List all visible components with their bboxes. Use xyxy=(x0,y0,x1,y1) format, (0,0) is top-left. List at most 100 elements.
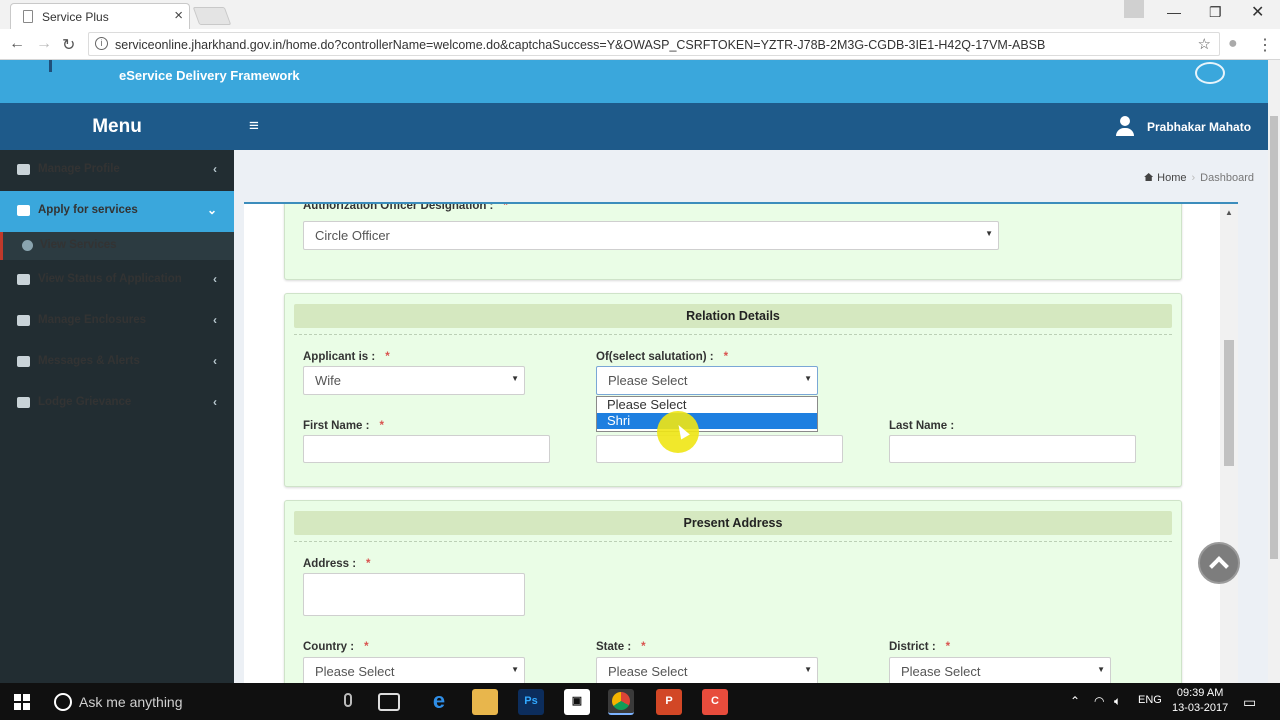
sidebar: Menu Manage Profile ‹ Apply for services… xyxy=(0,103,234,683)
back-icon[interactable]: ← xyxy=(9,35,25,53)
auth-officer-label: Authorization Officer Designation : * xyxy=(303,202,508,212)
relation-details-title: Relation Details xyxy=(294,304,1172,328)
back-to-top-button[interactable] xyxy=(1198,542,1240,584)
dropdown-caret-icon: ▼ xyxy=(511,374,519,383)
auth-officer-select[interactable]: Circle Officer ▼ xyxy=(303,221,999,250)
address-bar: ← → ↻ i serviceonline.jharkhand.gov.in/h… xyxy=(0,29,1280,60)
hamburger-menu-icon[interactable]: ≡ xyxy=(249,116,259,136)
task-view-icon[interactable] xyxy=(378,693,400,711)
window-icon xyxy=(17,356,30,367)
salutation-select[interactable]: Please Select ▼ xyxy=(596,366,818,395)
url-text: serviceonline.jharkhand.gov.in/home.do?c… xyxy=(115,38,1046,52)
maximize-icon[interactable]: ❐ xyxy=(1209,4,1222,21)
system-clock[interactable]: 09:39 AM 13-03-2017 xyxy=(1172,686,1228,716)
dropdown-caret-icon: ▼ xyxy=(511,665,519,674)
breadcrumb-home[interactable]: Home xyxy=(1157,172,1186,184)
sidebar-item-manage-enclosures[interactable]: Manage Enclosures ‹ xyxy=(0,301,234,342)
district-label: District : * xyxy=(889,641,951,653)
microphone-icon[interactable] xyxy=(344,693,352,707)
store-icon[interactable]: ▣ xyxy=(564,689,590,715)
minimize-icon[interactable]: — xyxy=(1167,4,1181,20)
salutation-dropdown-list: Please Select Shri xyxy=(596,396,818,432)
extension-icon[interactable]: ● xyxy=(1228,35,1238,53)
state-select[interactable]: Please Select ▼ xyxy=(596,657,818,683)
edge-icon[interactable]: e xyxy=(426,689,452,715)
chrome-icon[interactable] xyxy=(608,689,634,715)
sidebar-item-label: Apply for services xyxy=(38,204,138,216)
language-indicator[interactable]: ENG xyxy=(1138,694,1162,706)
form-panel: Authorization Officer Designation : * Cir… xyxy=(244,202,1238,683)
close-window-icon[interactable]: ✕ xyxy=(1251,2,1264,22)
panel-scrollbar[interactable]: ▲ xyxy=(1220,204,1238,683)
chevron-left-icon: ‹ xyxy=(213,313,217,327)
sidebar-subitem-view-services[interactable]: View Services xyxy=(0,232,234,260)
volume-icon[interactable]: 🔈︎ xyxy=(1114,694,1121,709)
dropdown-caret-icon: ▼ xyxy=(804,374,812,383)
main-content: Home › Dashboard Authorization Officer Des… xyxy=(234,150,1268,683)
sidebar-subitem-label: View Services xyxy=(40,239,117,251)
salutation-option[interactable]: Please Select xyxy=(597,397,817,413)
sidebar-item-label: View Status of Application xyxy=(38,273,182,285)
breadcrumb-current: Dashboard xyxy=(1200,172,1254,184)
user-name[interactable]: Prabhakar Mahato xyxy=(1147,120,1251,134)
salutation-option-highlighted[interactable]: Shri xyxy=(597,413,817,429)
country-label: Country : * xyxy=(303,641,369,653)
authorization-card: Authorization Officer Designation : * Cir… xyxy=(284,202,1182,280)
top-navbar: ≡ Prabhakar Mahato xyxy=(234,103,1280,150)
address-textarea[interactable] xyxy=(303,573,525,616)
file-explorer-icon[interactable] xyxy=(472,689,498,715)
tray-chevron-icon[interactable]: ⌃ xyxy=(1070,694,1080,708)
powerpoint-icon[interactable]: P xyxy=(656,689,682,715)
last-name-input[interactable] xyxy=(889,435,1136,463)
new-tab-button[interactable] xyxy=(192,7,232,25)
forward-icon[interactable]: → xyxy=(36,35,52,53)
url-field[interactable]: i serviceonline.jharkhand.gov.in/home.do… xyxy=(88,32,1220,56)
sidebar-item-label: Manage Enclosures xyxy=(38,314,147,326)
chevron-left-icon: ‹ xyxy=(213,162,217,176)
country-select[interactable]: Please Select ▼ xyxy=(303,657,525,683)
browser-menu-icon[interactable]: ⋮ xyxy=(1257,35,1273,55)
wifi-icon[interactable]: ◠ xyxy=(1094,694,1104,708)
first-name-input[interactable] xyxy=(303,435,550,463)
tab-close-icon[interactable]: × xyxy=(174,7,183,24)
home-icon xyxy=(1144,173,1154,181)
notifications-icon[interactable]: ▭ xyxy=(1243,694,1256,711)
district-select[interactable]: Please Select ▼ xyxy=(889,657,1111,683)
dropdown-caret-icon: ▼ xyxy=(1097,665,1105,674)
first-name-label: First Name : * xyxy=(303,420,384,432)
windows-start-icon[interactable] xyxy=(14,694,30,710)
chevron-left-icon: ‹ xyxy=(213,272,217,286)
sidebar-item-manage-profile[interactable]: Manage Profile ‹ xyxy=(0,150,234,191)
chevron-down-icon: ⌄ xyxy=(206,203,217,217)
info-icon[interactable]: i xyxy=(95,37,108,50)
profile-icon[interactable] xyxy=(1124,0,1144,18)
page-scrollbar[interactable] xyxy=(1268,60,1280,683)
panel-scroll-thumb[interactable] xyxy=(1224,340,1234,466)
applicant-is-select[interactable]: Wife ▼ xyxy=(303,366,525,395)
reload-icon[interactable]: ↻ xyxy=(62,35,75,55)
dropdown-caret-icon: ▼ xyxy=(804,665,812,674)
windows-taskbar: Ask me anything e Ps ▣ P C ⌃ ◠ 🔈︎ ENG 09… xyxy=(0,683,1280,720)
present-address-card: Present Address Address : * Country : * Pl… xyxy=(284,500,1182,683)
sidebar-item-view-status[interactable]: View Status of Application ‹ xyxy=(0,260,234,301)
page-scroll-thumb[interactable] xyxy=(1270,116,1278,559)
user-icon[interactable] xyxy=(1116,116,1134,136)
taskbar-search[interactable]: Ask me anything xyxy=(79,694,183,710)
browser-tab-bar: Service Plus × — ❐ ✕ xyxy=(0,0,1280,29)
sidebar-item-label: Lodge Grievance xyxy=(38,396,132,408)
window-icon xyxy=(17,315,30,326)
document-icon xyxy=(23,10,33,23)
bookmark-star-icon[interactable]: ☆ xyxy=(1198,35,1211,53)
cortana-icon[interactable] xyxy=(54,693,72,711)
camtasia-icon[interactable]: C xyxy=(702,689,728,715)
scroll-up-icon[interactable]: ▲ xyxy=(1225,208,1233,217)
sidebar-item-label: Manage Profile xyxy=(38,163,120,175)
sidebar-item-messages-alerts[interactable]: Messages & Alerts ‹ xyxy=(0,342,234,383)
users-icon xyxy=(17,164,30,175)
middle-name-input[interactable] xyxy=(596,435,843,463)
photoshop-icon[interactable]: Ps xyxy=(518,689,544,715)
tab-title: Service Plus xyxy=(42,10,109,24)
sidebar-item-apply-for-services[interactable]: Apply for services ⌄ xyxy=(0,191,234,232)
sidebar-item-lodge-grievance[interactable]: Lodge Grievance ‹ xyxy=(0,383,234,424)
browser-tab[interactable]: Service Plus × xyxy=(10,3,190,29)
